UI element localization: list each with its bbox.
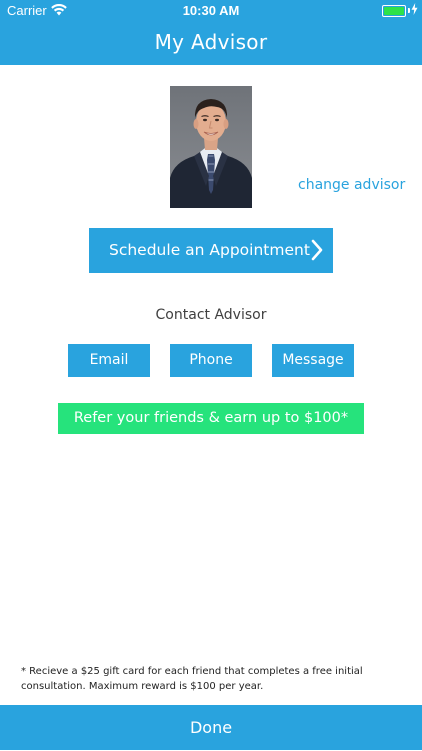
phone-button[interactable]: Phone	[170, 344, 252, 377]
message-button[interactable]: Message	[272, 344, 354, 377]
battery-icon	[382, 5, 406, 17]
charging-bolt-icon	[411, 3, 418, 19]
battery-cap	[408, 8, 410, 13]
change-advisor-link[interactable]: change advisor	[298, 177, 405, 193]
email-button[interactable]: Email	[68, 344, 150, 377]
footnote-line-2: consultation. Maximum reward is $100 per…	[21, 681, 264, 692]
schedule-appointment-button[interactable]: Schedule an Appointment	[89, 228, 333, 273]
chevron-right-icon	[311, 239, 323, 265]
footnote-line-1: * Recieve a $25 gift card for each frien…	[21, 666, 363, 677]
battery-level	[384, 7, 404, 15]
status-time: 10:30 AM	[182, 3, 240, 18]
top-bar: Carrier 10:30 AM My Advisor	[0, 0, 422, 65]
status-bar: Carrier 10:30 AM	[0, 0, 422, 22]
refer-friends-button[interactable]: Refer your friends & earn up to $100*	[58, 403, 364, 434]
advisor-photo	[170, 86, 252, 208]
page-title: My Advisor	[154, 30, 268, 54]
schedule-appointment-label: Schedule an Appointment	[109, 241, 310, 259]
referral-footnote: * Recieve a $25 gift card for each frien…	[21, 664, 401, 694]
done-button[interactable]: Done	[0, 705, 422, 750]
contact-advisor-heading: Contact Advisor	[155, 307, 267, 323]
